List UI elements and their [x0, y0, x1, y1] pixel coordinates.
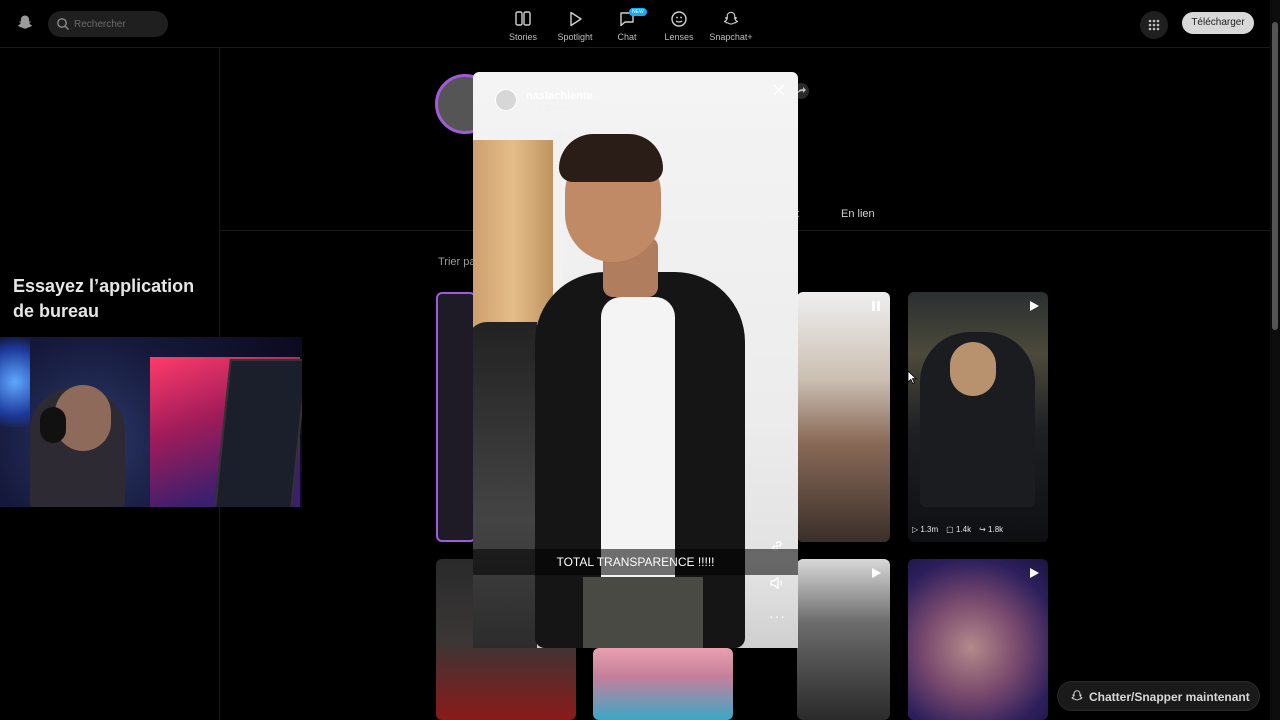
nav-lenses-label: Lenses [664, 32, 694, 42]
search-input[interactable] [74, 15, 164, 33]
download-button[interactable]: Télécharger [1182, 12, 1254, 34]
search-icon [57, 18, 69, 30]
lenses-icon [671, 11, 687, 27]
play-icon [1030, 301, 1039, 311]
story-timestamp: il y a 30 min [526, 104, 569, 113]
story-author-avatar[interactable] [495, 89, 517, 111]
nav-chat-label: Chat [617, 32, 637, 42]
multi-snap-icon [872, 301, 880, 311]
story-viewer-modal[interactable]: naslachiente il y a 30 min TOTAL TRANSPA… [473, 72, 798, 648]
story-caption: TOTAL TRANSPARENCE !!!!! [473, 549, 798, 575]
tab-linked[interactable]: En lien [841, 208, 875, 220]
apps-grid-button[interactable] [1140, 11, 1168, 39]
mouse-cursor-icon [907, 370, 917, 384]
nav-snapchat-plus[interactable]: Snapchat+ [705, 6, 757, 46]
sort-label[interactable]: Trier pa [438, 256, 476, 268]
story-tile-2[interactable] [797, 292, 890, 542]
volume-icon[interactable] [768, 574, 786, 592]
more-options-icon[interactable]: ··· [769, 608, 786, 624]
views-count: ▷ 1.3m [912, 525, 939, 534]
ghost-icon [1071, 690, 1083, 701]
chat-new-badge: NEW [629, 8, 647, 16]
nav-chat[interactable]: NEW Chat [601, 6, 653, 46]
play-icon [1030, 568, 1039, 578]
chat-snap-now-label: Chatter/Snapper maintenant [1089, 690, 1250, 704]
story-header: naslachiente il y a 30 min [473, 72, 798, 120]
story-image-bystander [473, 322, 537, 648]
story-username[interactable]: naslachiente [526, 90, 593, 102]
apps-grid-icon [1148, 19, 1160, 31]
snapchat-ghost-logo-icon[interactable] [16, 14, 34, 32]
search-bar[interactable] [48, 11, 168, 37]
webcam-overlay [0, 337, 302, 507]
tile-stats: ▷ 1.3m ▢ 1.4k ↪ 1.8k [912, 525, 1003, 534]
chat-snap-now-button[interactable]: Chatter/Snapper maintenant [1057, 681, 1260, 711]
close-icon[interactable] [771, 82, 787, 98]
spotlight-play-icon [570, 11, 582, 27]
snapchat-plus-ghost-icon [723, 11, 739, 25]
story-image-pants [583, 577, 703, 648]
desktop-app-promo-text: Essayez l’application de bureau [13, 276, 195, 321]
stories-icon [515, 11, 531, 26]
shares-count: ↪ 1.8k [979, 525, 1004, 534]
nav-stories-label: Stories [508, 32, 537, 42]
story-image-hair [559, 134, 663, 182]
nav-spotlight-label: Spotlight [557, 32, 593, 42]
story-tile-3[interactable]: ▷ 1.3m ▢ 1.4k ↪ 1.8k [908, 292, 1048, 542]
comments-count: ▢ 1.4k [946, 525, 972, 534]
nav-snapchat-plus-label: Snapchat+ [709, 32, 753, 42]
top-bar: Stories Spotlight NEW Chat Lenses Snapch… [0, 0, 1270, 48]
nav-spotlight[interactable]: Spotlight [549, 6, 601, 46]
nav-lenses[interactable]: Lenses [653, 6, 705, 46]
nav-stories[interactable]: Stories [497, 6, 549, 46]
page-scrollbar-thumb[interactable] [1272, 22, 1278, 330]
play-icon [872, 568, 881, 578]
story-tile-6[interactable] [797, 559, 890, 720]
story-tile-1[interactable] [436, 292, 476, 542]
story-tile-5[interactable] [593, 648, 733, 720]
story-tile-7[interactable] [908, 559, 1048, 720]
